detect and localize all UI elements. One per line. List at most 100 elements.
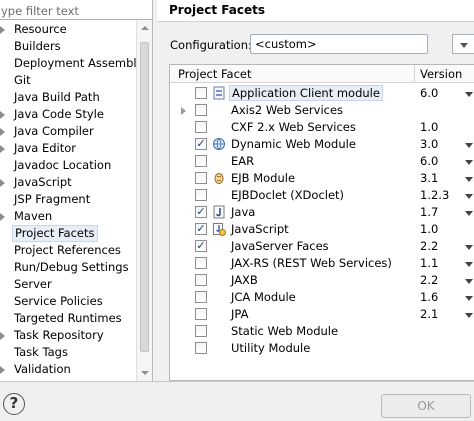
facet-row[interactable]: ✓ JavaScript 1.0 bbox=[170, 221, 474, 238]
tree-item[interactable]: Server bbox=[0, 276, 136, 293]
facet-row[interactable]: EAR 6.0 bbox=[170, 153, 474, 170]
facet-version[interactable]: 1.7 bbox=[420, 205, 438, 219]
tree-item[interactable]: Run/Debug Settings bbox=[0, 259, 136, 276]
tree-item[interactable]: Git bbox=[0, 72, 136, 89]
facet-checkbox[interactable] bbox=[195, 325, 207, 337]
tree-item[interactable]: Targeted Runtimes bbox=[0, 310, 136, 327]
facet-checkbox[interactable] bbox=[195, 274, 207, 286]
tree-item[interactable]: Service Policies bbox=[0, 293, 136, 310]
tree-item[interactable]: Task Repository bbox=[0, 327, 136, 344]
tree-item[interactable]: JavaScript bbox=[0, 174, 136, 191]
help-glyph: ? bbox=[9, 394, 19, 412]
facet-row[interactable]: EJB Module 3.1 bbox=[170, 170, 474, 187]
facet-checkbox[interactable] bbox=[195, 189, 207, 201]
filter-input[interactable] bbox=[0, 0, 152, 20]
tree-item[interactable]: Java Build Path bbox=[0, 89, 136, 106]
facet-version[interactable]: 1.2.3 bbox=[420, 188, 449, 202]
expand-arrow-icon[interactable] bbox=[0, 213, 5, 221]
column-header-facet[interactable]: Project Facet bbox=[178, 67, 252, 81]
facet-name: EJBDoclet (XDoclet) bbox=[231, 188, 345, 202]
expand-arrow-icon[interactable] bbox=[181, 107, 186, 115]
facet-row[interactable]: Static Web Module bbox=[170, 323, 474, 340]
chevron-down-icon[interactable] bbox=[465, 177, 473, 182]
facet-row[interactable]: CXF 2.x Web Services 1.0 bbox=[170, 119, 474, 136]
tree-item[interactable]: Project Facets bbox=[0, 225, 136, 242]
scroll-up-arrow-icon[interactable] bbox=[141, 26, 149, 30]
tree-item[interactable]: Resource bbox=[0, 21, 136, 38]
expand-arrow-icon[interactable] bbox=[0, 332, 5, 340]
facet-version[interactable]: 6.0 bbox=[420, 86, 438, 100]
chevron-down-icon[interactable] bbox=[465, 160, 473, 165]
facet-checkbox[interactable] bbox=[195, 342, 207, 354]
facet-row[interactable]: JPA 2.1 bbox=[170, 306, 474, 323]
expand-arrow-icon[interactable] bbox=[0, 145, 5, 153]
nav-scrollbar[interactable] bbox=[136, 20, 152, 381]
expand-arrow-icon[interactable] bbox=[0, 111, 5, 119]
facet-checkbox[interactable] bbox=[195, 87, 207, 99]
js-facet-icon bbox=[212, 222, 226, 236]
facet-version[interactable]: 3.1 bbox=[420, 171, 438, 185]
facet-version[interactable]: 1.1 bbox=[420, 256, 438, 270]
chevron-down-icon[interactable] bbox=[465, 262, 473, 267]
facet-row[interactable]: JAX-RS (REST Web Services) 1.1 bbox=[170, 255, 474, 272]
chevron-down-icon[interactable] bbox=[465, 313, 473, 318]
chevron-down-icon[interactable] bbox=[465, 194, 473, 199]
tree-item[interactable]: Java Compiler bbox=[0, 123, 136, 140]
tree-item[interactable]: Project References bbox=[0, 242, 136, 259]
tree-item[interactable]: JSP Fragment bbox=[0, 191, 136, 208]
facet-row[interactable]: JAXB 2.2 bbox=[170, 272, 474, 289]
facet-version[interactable]: 2.1 bbox=[420, 307, 438, 321]
facet-checkbox[interactable] bbox=[195, 104, 207, 116]
scrollbar-thumb[interactable] bbox=[140, 42, 149, 352]
facet-version[interactable]: 2.2 bbox=[420, 273, 438, 287]
facet-version[interactable]: 3.0 bbox=[420, 137, 438, 151]
facet-checkbox[interactable]: ✓ bbox=[195, 138, 207, 150]
chevron-down-icon[interactable] bbox=[465, 279, 473, 284]
facet-checkbox[interactable] bbox=[195, 155, 207, 167]
chevron-down-icon[interactable] bbox=[465, 245, 473, 250]
help-icon[interactable]: ? bbox=[3, 393, 25, 415]
expand-arrow-icon[interactable] bbox=[0, 128, 5, 136]
expand-arrow-icon[interactable] bbox=[0, 366, 5, 374]
facet-checkbox[interactable] bbox=[195, 257, 207, 269]
column-divider[interactable] bbox=[414, 65, 415, 83]
expand-arrow-icon[interactable] bbox=[0, 179, 5, 187]
facet-checkbox[interactable] bbox=[195, 308, 207, 320]
tree-item[interactable]: Java Code Style bbox=[0, 106, 136, 123]
chevron-down-icon[interactable] bbox=[465, 143, 473, 148]
facet-row[interactable]: ✓ Dynamic Web Module 3.0 bbox=[170, 136, 474, 153]
facet-version[interactable]: 6.0 bbox=[420, 154, 438, 168]
tree-item[interactable]: Javadoc Location bbox=[0, 157, 136, 174]
facet-checkbox[interactable]: ✓ bbox=[195, 240, 207, 252]
facet-version[interactable]: 1.6 bbox=[420, 290, 438, 304]
tree-item[interactable]: Validation bbox=[0, 361, 136, 378]
facet-row[interactable]: Axis2 Web Services bbox=[170, 102, 474, 119]
facet-row[interactable]: Application Client module 6.0 bbox=[170, 85, 474, 102]
facet-checkbox[interactable] bbox=[195, 121, 207, 133]
facet-row[interactable]: JCA Module 1.6 bbox=[170, 289, 474, 306]
chevron-down-icon[interactable] bbox=[465, 296, 473, 301]
facet-checkbox[interactable] bbox=[195, 291, 207, 303]
facet-version[interactable]: 2.2 bbox=[420, 239, 438, 253]
chevron-down-icon[interactable] bbox=[465, 92, 473, 97]
tree-item[interactable]: Deployment Assembly bbox=[0, 55, 143, 72]
chevron-down-icon[interactable] bbox=[465, 211, 473, 216]
expand-arrow-icon[interactable] bbox=[0, 26, 5, 34]
facet-row[interactable]: ✓ JavaServer Faces 2.2 bbox=[170, 238, 474, 255]
facet-row[interactable]: ✓ Java 1.7 bbox=[170, 204, 474, 221]
tree-item[interactable]: Java Editor bbox=[0, 140, 136, 157]
facet-checkbox[interactable] bbox=[195, 172, 207, 184]
tree-item[interactable]: Builders bbox=[0, 38, 136, 55]
configuration-dropdown-button[interactable] bbox=[452, 34, 474, 54]
facet-name: JPA bbox=[231, 307, 249, 321]
scroll-down-arrow-icon[interactable] bbox=[141, 371, 149, 375]
column-header-version[interactable]: Version bbox=[420, 67, 462, 81]
facet-row[interactable]: Utility Module bbox=[170, 340, 474, 357]
ok-button[interactable]: OK bbox=[381, 394, 471, 418]
configuration-select[interactable]: <custom> bbox=[250, 34, 428, 54]
facet-checkbox[interactable]: ✓ bbox=[195, 206, 207, 218]
facet-checkbox[interactable]: ✓ bbox=[195, 223, 207, 235]
facet-row[interactable]: EJBDoclet (XDoclet) 1.2.3 bbox=[170, 187, 474, 204]
tree-item[interactable]: Maven bbox=[0, 208, 136, 225]
tree-item[interactable]: Task Tags bbox=[0, 344, 136, 361]
